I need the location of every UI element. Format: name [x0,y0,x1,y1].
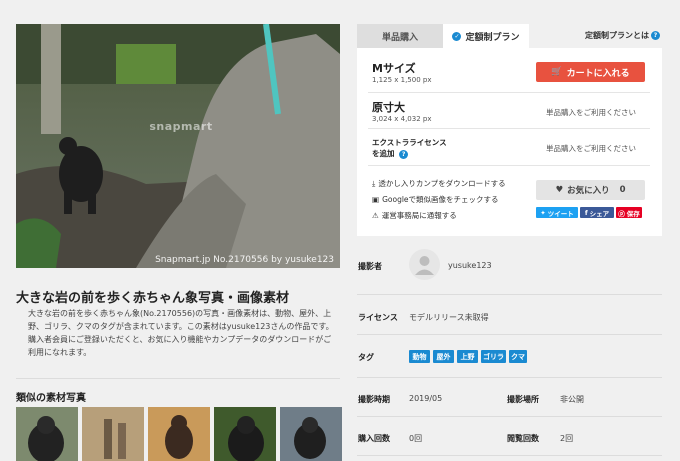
tag-chip[interactable]: 屋外 [433,350,454,363]
views-value: 2回 [560,434,574,443]
tag-chip[interactable]: ゴリラ [481,350,506,363]
tab-label: 単品購入 [381,32,418,43]
facebook-icon: f [584,208,588,217]
size-name: 原寸大 [372,101,405,114]
similar-photo-thumbnail[interactable] [16,407,78,461]
divider [357,455,662,456]
divider [357,416,662,417]
user-icon [415,256,434,275]
shoot-date-value: 2019/05 [409,394,443,403]
google-image-check-link[interactable]: ▣ Googleで類似画像をチェックする [372,194,499,205]
purchase-count-label: 購入回数 [358,434,390,443]
tag-chip[interactable]: 動物 [409,350,430,363]
photographer-name[interactable]: yusuke123 [448,261,492,270]
tag-chip[interactable]: 上野 [457,350,478,363]
divider [357,377,662,378]
extra-license-option[interactable]: エクストラライセンス を追加 ? [372,137,447,159]
views-label: 閲覧回数 [507,434,539,443]
license-value: モデルリリース未取得 [409,313,489,322]
pinterest-save-button[interactable]: ⓟ 保存 [616,207,642,218]
similar-photos-list [16,407,342,461]
add-to-cart-button[interactable]: 🛒 カートに入れる [536,62,645,82]
size-option-m[interactable]: Mサイズ 1,125 x 1,500 px [372,60,431,84]
image-icon: ▣ [372,195,380,204]
tweet-button[interactable]: ✦ ツイート [536,207,578,218]
shoot-location-label: 撮影場所 [507,395,539,404]
similar-photo-thumbnail[interactable] [82,407,144,461]
main-photo[interactable]: snapmart Snapmart.jp No.2170556 by yusuk… [16,24,340,268]
facebook-share-button[interactable]: f シェア [580,207,614,218]
plan-info-link[interactable]: 定額制プランとは? [585,30,660,41]
row-divider [368,165,650,166]
tags-label: タグ [358,353,374,362]
avatar[interactable] [409,249,440,280]
cart-icon: 🛒 [551,67,563,77]
purchase-count-value: 0回 [409,434,423,443]
report-link[interactable]: ⚠ 運営事務局に通報する [372,210,457,221]
photo-image [16,24,340,268]
photo-credit: Snapmart.jp No.2170556 by yusuke123 [155,255,334,265]
pinterest-icon: ⓟ [618,209,625,218]
tab-single-purchase[interactable]: 単品購入 [357,24,443,48]
license-label: ライセンス [358,313,398,322]
photo-watermark: snapmart [149,120,213,133]
tag-chip[interactable]: クマ [509,350,527,363]
size-dimensions: 3,024 x 4,032 px [372,115,432,123]
size-dimensions: 1,125 x 1,500 px [372,76,432,84]
download-icon: ⤓ [372,178,376,188]
photographer-label: 撮影者 [358,262,382,271]
size-option-original[interactable]: 原寸大 3,024 x 4,032 px [372,99,431,123]
similar-photo-thumbnail[interactable] [280,407,342,461]
similar-photo-thumbnail[interactable] [214,407,276,461]
shoot-location-value: 非公開 [560,395,584,404]
favorite-count: 0 [619,185,626,195]
twitter-icon: ✦ [540,208,546,217]
tab-label: 定額制プラン [465,32,520,43]
warning-icon: ⚠ [372,211,379,220]
question-icon: ? [651,31,660,40]
photo-description: 大きな岩の前を歩く赤ちゃん象(No.2170556)の写真・画像素材は、動物、屋… [28,309,334,357]
divider [357,294,662,295]
favorite-button[interactable]: ♥ お気に入り 0 [536,180,645,200]
divider [357,334,662,335]
heart-icon: ♥ [555,185,564,195]
divider [16,378,340,379]
shoot-date-label: 撮影時期 [358,395,390,404]
check-circle-icon: ✓ [452,31,462,41]
single-purchase-note: 単品購入をご利用ください [546,144,636,153]
row-divider [368,92,650,93]
row-divider [368,128,650,129]
page-title: 大きな岩の前を歩く赤ちゃん象写真・画像素材 [16,291,290,306]
question-icon: ? [399,149,409,159]
similar-photos-title: 類似の素材写真 [16,393,86,404]
tab-subscription-plan[interactable]: ✓ 定額制プラン [443,24,529,48]
download-comp-link[interactable]: ⤓ 透かし入りカンプをダウンロードする [372,178,506,189]
single-purchase-note: 単品購入をご利用ください [546,108,636,117]
similar-photo-thumbnail[interactable] [148,407,210,461]
size-name: Mサイズ [372,62,416,75]
